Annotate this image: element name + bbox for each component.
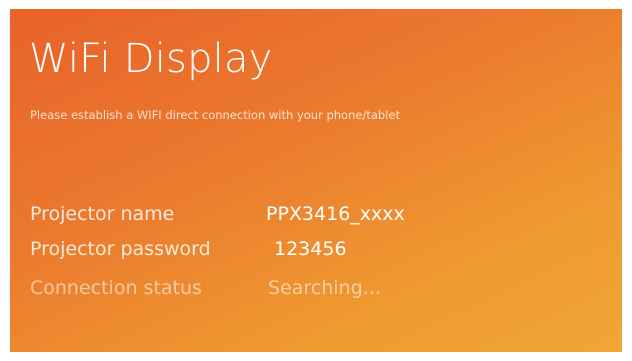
projector-password-value: 123456	[274, 238, 347, 260]
connection-status-row: Connection status Searching...	[30, 274, 381, 302]
page-title: WiFi Display	[29, 36, 273, 82]
projector-password-row: Projector password 123456	[30, 235, 347, 263]
wifi-display-screen: WiFi Display Please establish a WIFI dir…	[10, 9, 622, 352]
connection-status-label: Connection status	[30, 277, 202, 299]
page-subtitle: Please establish a WIFI direct connectio…	[30, 108, 400, 122]
projector-name-value: PPX3416_xxxx	[266, 203, 405, 225]
projector-name-row: Projector name PPX3416_xxxx	[30, 200, 405, 228]
projector-name-label: Projector name	[30, 203, 175, 225]
projector-password-label: Projector password	[30, 238, 211, 260]
connection-status-value: Searching...	[268, 277, 381, 299]
